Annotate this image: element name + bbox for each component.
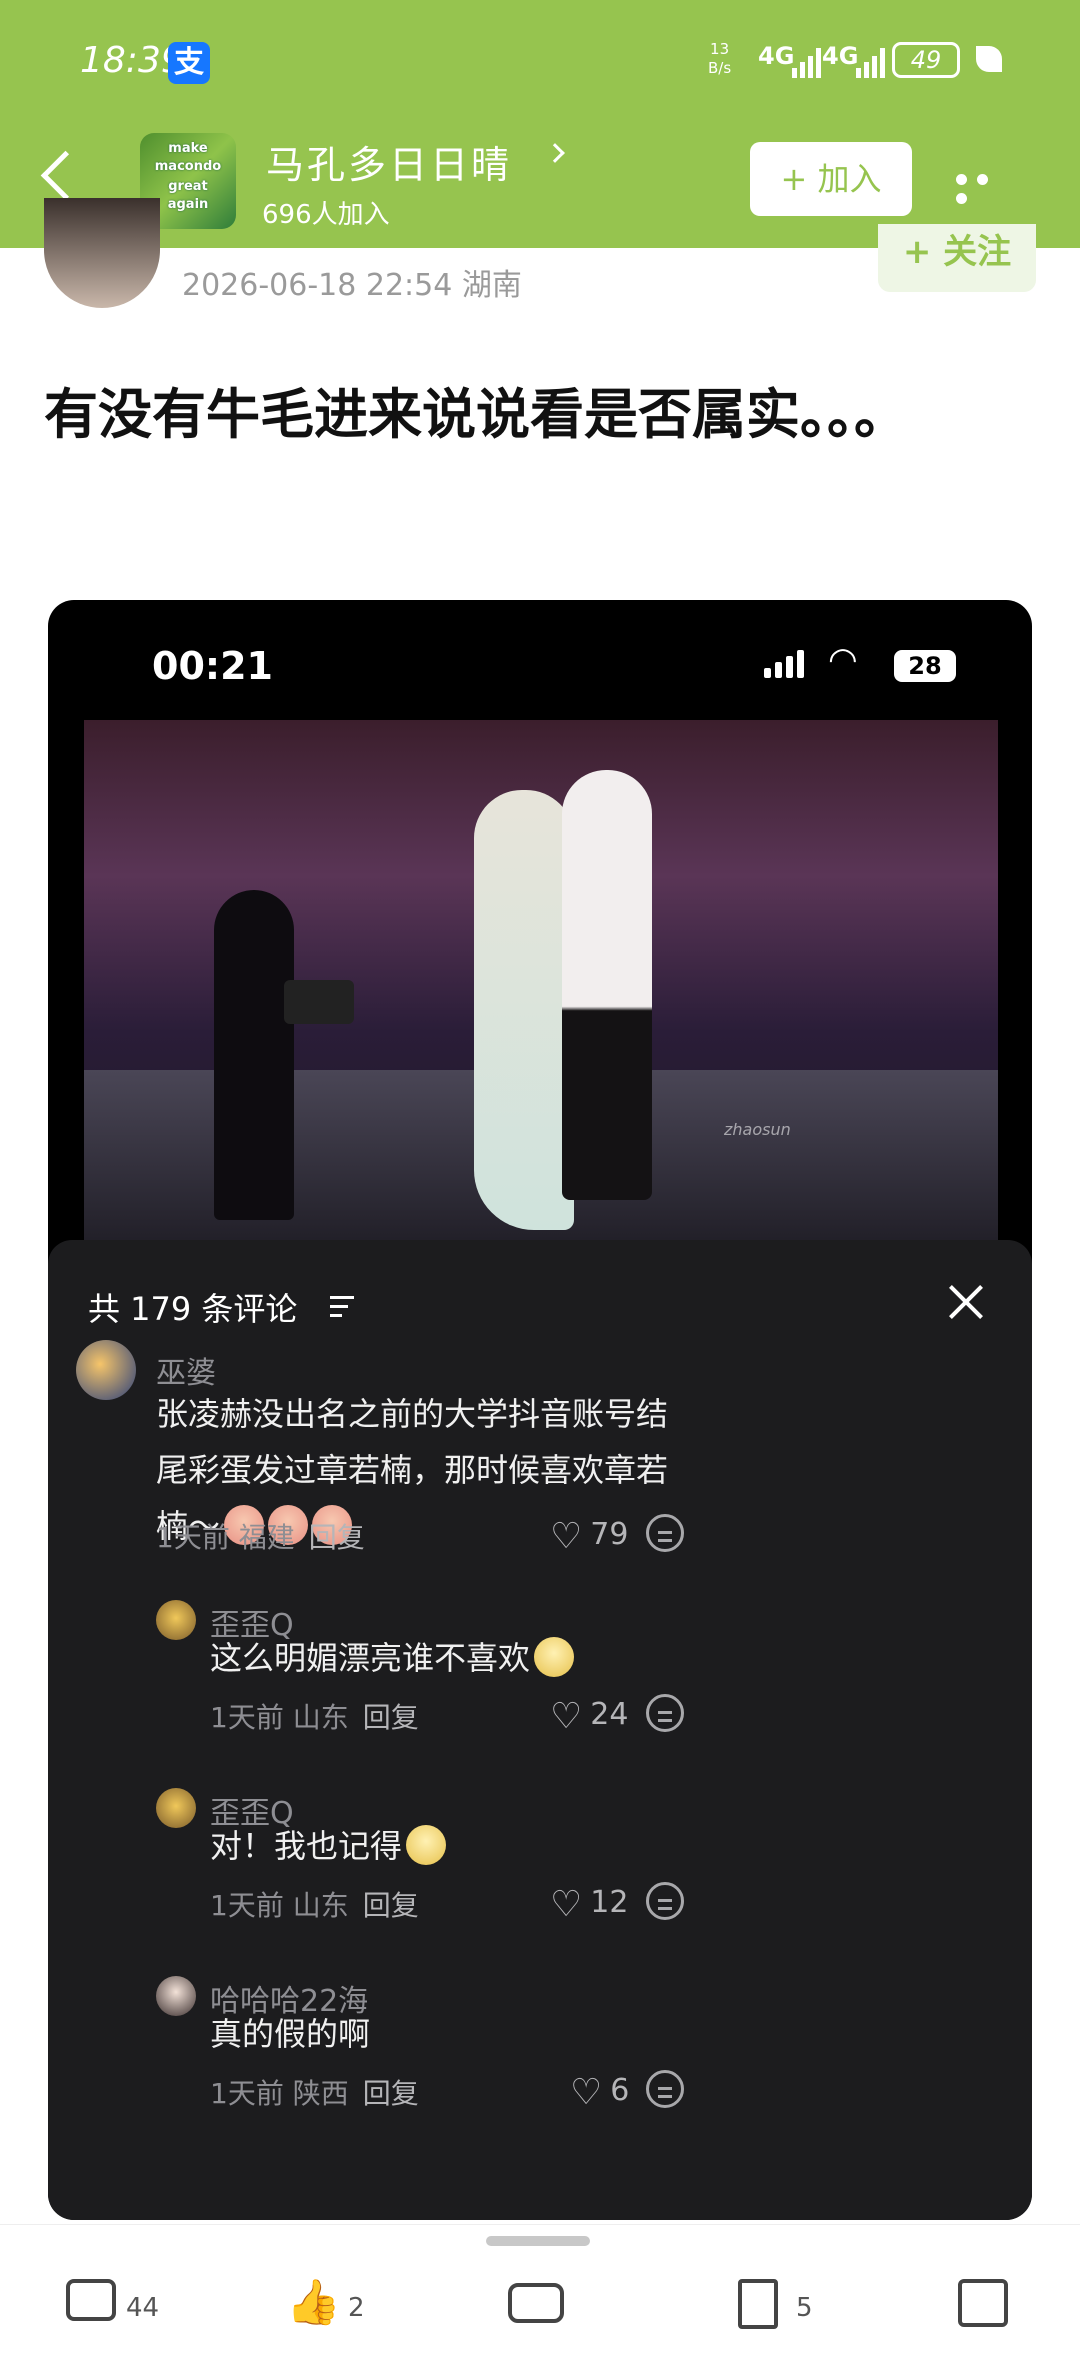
signal-bars-2-icon — [856, 46, 885, 78]
top-header: 18:39 支 13 B/s 4G 4G 49 make macondo gre… — [0, 0, 1080, 248]
image-signal-icon — [764, 648, 804, 678]
comment-text-content: 这么明媚漂亮谁不喜欢 — [210, 1639, 531, 1677]
comment-meta: 1天前 山东 回复 — [210, 1696, 419, 1736]
comment-count-header: 共 179 条评论 — [88, 1290, 298, 1328]
gift-action[interactable] — [958, 2275, 1018, 2335]
commenter-avatar[interactable] — [76, 1340, 136, 1400]
comment-meta: 1天前 福建 回复 — [156, 1516, 365, 1556]
comment-text: 对！我也记得 — [210, 1818, 710, 1874]
bookmark-icon — [738, 2279, 778, 2329]
comment-reply-item: 歪歪Q 这么明媚漂亮谁不喜欢 1天前 山东 回复 ♡ 24 — [156, 1600, 1016, 1737]
reply-button[interactable]: 回复 — [363, 1701, 419, 1734]
more-dots-icon[interactable] — [956, 170, 1016, 204]
group-header: make macondo great again 马孔多日日晴 696人加入 +… — [0, 128, 1080, 238]
video-frame: zhaosun — [84, 720, 998, 1240]
comment-reply-item: 歪歪Q 对！我也记得 1天前 山东 回复 ♡ 12 — [156, 1788, 1016, 1925]
bottom-action-bar: 44 👍 2 5 — [0, 2224, 1080, 2371]
net-speed-unit: B/s — [708, 59, 732, 77]
group-logo-text-3: great — [168, 179, 208, 194]
repost-action[interactable] — [508, 2275, 588, 2335]
alipay-icon: 支 — [168, 42, 210, 84]
heart-icon: ♡ — [550, 1884, 583, 1925]
heart-icon: ♡ — [570, 2072, 603, 2113]
group-name[interactable]: 马孔多日日晴 — [266, 134, 512, 189]
reply-button[interactable]: 回复 — [363, 1889, 419, 1922]
thumbs-up-icon: 👍 — [286, 2277, 341, 2328]
like-control[interactable]: ♡ 79 — [550, 1516, 628, 1557]
status-bar: 18:39 支 13 B/s 4G 4G 49 — [80, 40, 1010, 90]
post-date-location: 2026-06-18 22:54 湖南 — [182, 268, 522, 303]
post-image[interactable]: 00:21 ◠ 28 zhaosun 共 179 条评论 巫婆 张凌赫没出名之前… — [48, 600, 1032, 2220]
like-count: 12 — [590, 1885, 629, 1920]
comment-meta: 1天前 陕西 回复 — [210, 2072, 419, 2112]
emoji-reaction-icon[interactable] — [646, 1514, 684, 1552]
home-indicator — [486, 2236, 590, 2246]
sort-filter-icon[interactable] — [330, 1296, 354, 1323]
comment-item: 巫婆 张凌赫没出名之前的大学抖音账号结尾彩蛋发过章若楠，那时候喜欢章若楠～ 1天… — [76, 1340, 1016, 1580]
like-count: 6 — [610, 2073, 630, 2108]
chevron-right-icon[interactable] — [545, 143, 565, 163]
video-watermark: zhaosun — [724, 1120, 791, 1139]
reply-button[interactable]: 回复 — [309, 1521, 365, 1554]
net-speed: 13 B/s — [708, 40, 731, 78]
commenter-avatar[interactable] — [156, 1600, 196, 1640]
performer-figure-dress — [474, 790, 574, 1230]
comment-count: 44 — [126, 2293, 160, 2323]
camera-figure — [284, 980, 354, 1024]
follow-button[interactable]: + 关注 — [878, 224, 1036, 292]
image-wifi-icon: ◠ — [828, 640, 858, 680]
comment-time-location: 1天前 山东 — [210, 1889, 349, 1922]
signal-label-2: 4G — [822, 42, 859, 70]
like-control[interactable]: ♡ 6 — [570, 2072, 629, 2113]
comment-text: 这么明媚漂亮谁不喜欢 — [210, 1630, 710, 1686]
gift-icon — [958, 2279, 1008, 2327]
join-group-button[interactable]: + 加入 — [750, 142, 912, 216]
like-control[interactable]: ♡ 12 — [550, 1884, 628, 1925]
bookmark-count: 5 — [796, 2293, 813, 2323]
repost-icon — [508, 2283, 564, 2323]
leaf-icon — [976, 46, 1002, 72]
group-member-count: 696人加入 — [262, 200, 390, 230]
comment-sheet: 共 179 条评论 巫婆 张凌赫没出名之前的大学抖音账号结尾彩蛋发过章若楠，那时… — [48, 1240, 1032, 2220]
heart-icon: ♡ — [550, 1516, 583, 1557]
heart-icon: ♡ — [550, 1696, 583, 1737]
image-status-time: 00:21 — [152, 644, 273, 688]
comment-text-content: 对！我也记得 — [210, 1827, 403, 1865]
comment-icon — [66, 2279, 116, 2321]
performer-figure-suit — [562, 770, 652, 1200]
post-title: 有没有牛毛进来说说看是否属实。。。 — [44, 383, 908, 446]
signal-label-1: 4G — [758, 42, 795, 70]
emoji-icon — [406, 1825, 447, 1865]
comment-time-location: 1天前 山东 — [210, 1701, 349, 1734]
close-icon[interactable] — [944, 1280, 988, 1324]
reply-button[interactable]: 回复 — [363, 2077, 419, 2110]
net-speed-value: 13 — [710, 40, 730, 58]
group-logo-text-1: make — [168, 141, 208, 156]
comment-action[interactable]: 44 — [66, 2275, 176, 2335]
comment-reply-item: 哈哈哈22海 真的假的啊 1天前 陕西 回复 ♡ 6 — [156, 1976, 1016, 2113]
signal-bars-1-icon — [792, 46, 821, 78]
like-count: 79 — [590, 1517, 629, 1552]
bookmark-action[interactable]: 5 — [738, 2275, 838, 2335]
comment-meta: 1天前 山东 回复 — [210, 1884, 419, 1924]
comment-time-location: 1天前 福建 — [156, 1521, 295, 1554]
like-action[interactable]: 👍 2 — [286, 2275, 396, 2335]
like-control[interactable]: ♡ 24 — [550, 1696, 628, 1737]
like-count: 24 — [590, 1697, 629, 1732]
group-logo-text-2: macondo — [154, 159, 222, 174]
battery-indicator: 49 — [892, 42, 960, 78]
comment-text: 真的假的啊 — [210, 2015, 371, 2053]
like-count-total: 2 — [348, 2293, 365, 2323]
comment-time-location: 1天前 陕西 — [210, 2077, 349, 2110]
emoji-reaction-icon[interactable] — [646, 1694, 684, 1732]
commenter-avatar[interactable] — [156, 1976, 196, 2016]
image-battery: 28 — [894, 650, 956, 682]
commenter-avatar[interactable] — [156, 1788, 196, 1828]
camera-operator-figure — [214, 890, 294, 1220]
emoji-reaction-icon[interactable] — [646, 1882, 684, 1920]
emoji-icon — [534, 1637, 575, 1677]
author-avatar[interactable] — [44, 198, 160, 308]
emoji-reaction-icon[interactable] — [646, 2070, 684, 2108]
